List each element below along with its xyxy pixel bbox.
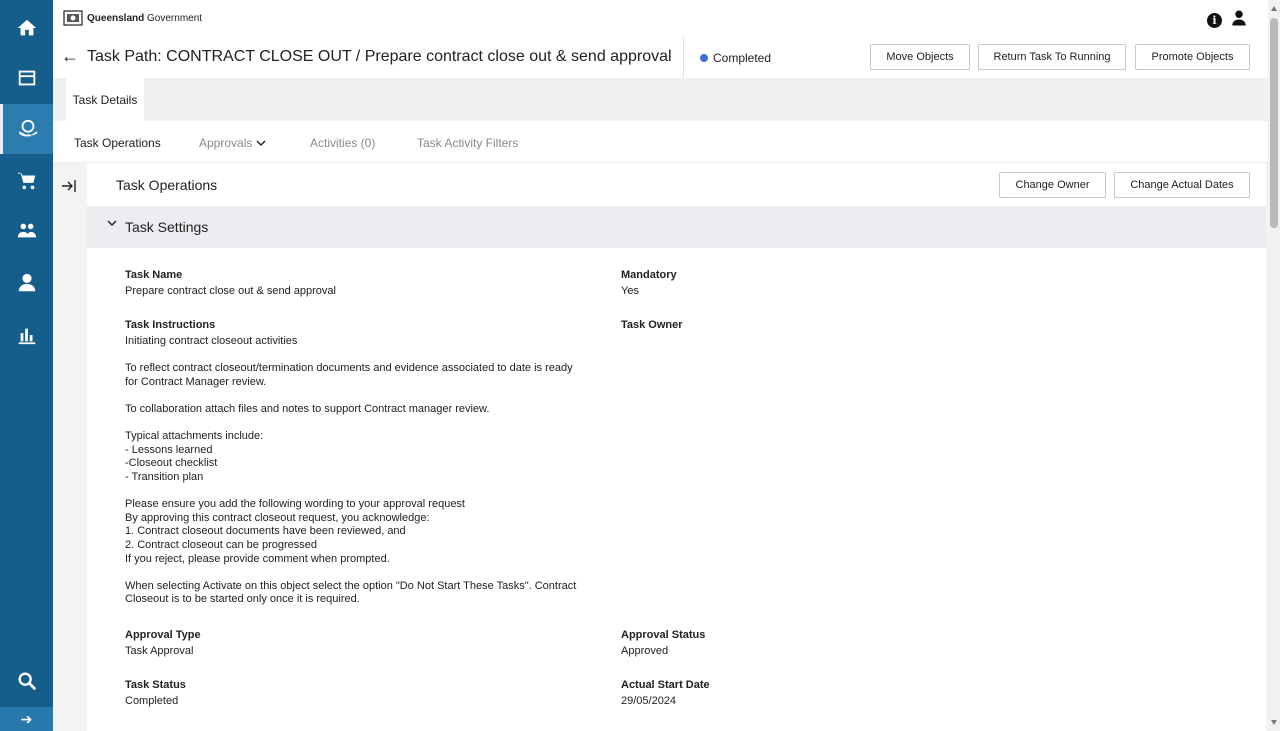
field-label: Actual Start Date — [621, 679, 710, 691]
secondary-tabs: Task Operations Approvals Activities (0)… — [53, 121, 1268, 163]
brand-bold: Queensland — [87, 12, 145, 24]
field-label: Mandatory — [621, 269, 677, 281]
field-value: Approved — [621, 645, 669, 657]
chevron-down-icon — [107, 220, 117, 227]
field-label: Task Name — [125, 269, 183, 281]
tab-activity-filters[interactable]: Task Activity Filters — [417, 136, 518, 150]
dashboard-icon — [18, 70, 35, 86]
cart-icon — [17, 172, 35, 190]
field-task-name: Task Name Prepare contract close out & s… — [125, 269, 595, 299]
left-nav: ➔ — [0, 0, 53, 731]
field-mandatory: Mandatory Yes — [621, 269, 921, 299]
info-icon[interactable]: i — [1207, 13, 1222, 28]
field-value: Prepare contract close out & send approv… — [125, 285, 336, 297]
field-approval-status: Approval Status Approved — [621, 629, 921, 659]
collapse-column — [53, 163, 87, 731]
field-label: Task Instructions — [125, 319, 216, 331]
field-label: Task Status — [125, 679, 186, 691]
primary-tabs: Task Details — [53, 78, 1268, 121]
nav-team[interactable] — [0, 206, 53, 256]
field-label: Task Owner — [621, 319, 683, 331]
header-divider — [683, 36, 684, 78]
field-actual-start-date: Actual Start Date 29/05/2024 — [621, 679, 921, 709]
scroll-thumb[interactable] — [1270, 18, 1278, 228]
nav-reports[interactable] — [0, 310, 53, 360]
top-bar: Queensland Government i — [53, 0, 1268, 36]
user-icon — [18, 273, 35, 292]
back-arrow-icon[interactable]: ← — [61, 46, 79, 67]
scroll-down-icon[interactable] — [1271, 720, 1277, 725]
field-value: Completed — [125, 695, 179, 707]
status-label: Completed — [713, 51, 772, 65]
team-icon — [17, 223, 36, 238]
nav-dashboard[interactable] — [0, 53, 53, 103]
change-actual-dates-button[interactable]: Change Actual Dates — [1114, 172, 1250, 198]
field-task-status: Task Status Completed — [125, 679, 425, 709]
bar-chart-icon — [18, 328, 35, 345]
account-button[interactable] — [1230, 9, 1248, 32]
promote-objects-button[interactable]: Promote Objects — [1135, 44, 1250, 70]
chevron-down-icon — [256, 140, 266, 147]
task-operations-panel: Task Operations Change Owner Change Actu… — [87, 163, 1266, 731]
tab-task-details[interactable]: Task Details — [66, 78, 144, 121]
qld-gov-logo: Queensland Government — [63, 9, 202, 27]
tab-task-operations[interactable]: Task Operations — [74, 136, 161, 150]
field-value: 29/05/2024 — [621, 695, 677, 707]
field-task-instructions: Task Instructions Initiating contract cl… — [125, 319, 605, 607]
page-title: Task Path: CONTRACT CLOSE OUT / Prepare … — [87, 48, 672, 65]
arrow-right-icon: ➔ — [20, 710, 33, 727]
globe-hands-icon — [18, 119, 38, 137]
nav-user[interactable] — [0, 258, 53, 308]
tab-approvals-label: Approvals — [199, 136, 253, 150]
collapse-panel-icon[interactable] — [61, 179, 77, 193]
field-task-owner: Task Owner — [621, 319, 921, 335]
tab-task-operations-label: Task Operations — [74, 136, 161, 150]
tab-activities-label: Activities (0) — [310, 136, 376, 150]
search-icon — [17, 672, 36, 691]
nav-globe[interactable] — [0, 104, 53, 154]
status-dot — [700, 54, 708, 62]
tab-approvals[interactable]: Approvals — [199, 136, 266, 150]
account-icon — [1232, 10, 1246, 26]
status-badge: Completed — [700, 51, 771, 65]
nav-home[interactable] — [0, 3, 53, 53]
page-scrollbar[interactable] — [1268, 0, 1280, 731]
scroll-up-icon[interactable] — [1271, 6, 1277, 11]
nav-cart[interactable] — [0, 156, 53, 206]
expand-nav-button[interactable]: ➔ — [0, 707, 53, 731]
task-settings-header[interactable]: Task Settings — [87, 206, 1266, 248]
section-title: Task Settings — [125, 219, 209, 235]
field-value: Yes — [621, 285, 639, 297]
change-owner-button[interactable]: Change Owner — [999, 172, 1106, 198]
field-value: Initiating contract closeout activities … — [125, 335, 577, 606]
tab-activity-filters-label: Task Activity Filters — [417, 136, 519, 150]
brand-rest: Government — [144, 12, 203, 24]
panel-title: Task Operations — [116, 177, 218, 193]
crest-icon — [63, 10, 83, 26]
field-value: Task Approval — [125, 645, 194, 657]
move-objects-button[interactable]: Move Objects — [870, 44, 970, 70]
field-label: Approval Type — [125, 629, 201, 641]
field-label: Approval Status — [621, 629, 706, 641]
nav-search[interactable] — [0, 656, 53, 706]
return-task-button[interactable]: Return Task To Running — [978, 44, 1126, 70]
home-icon — [17, 19, 36, 36]
tab-activities[interactable]: Activities (0) — [310, 136, 375, 150]
field-approval-type: Approval Type Task Approval — [125, 629, 425, 659]
task-header: ← Task Path: CONTRACT CLOSE OUT / Prepar… — [53, 36, 1268, 78]
